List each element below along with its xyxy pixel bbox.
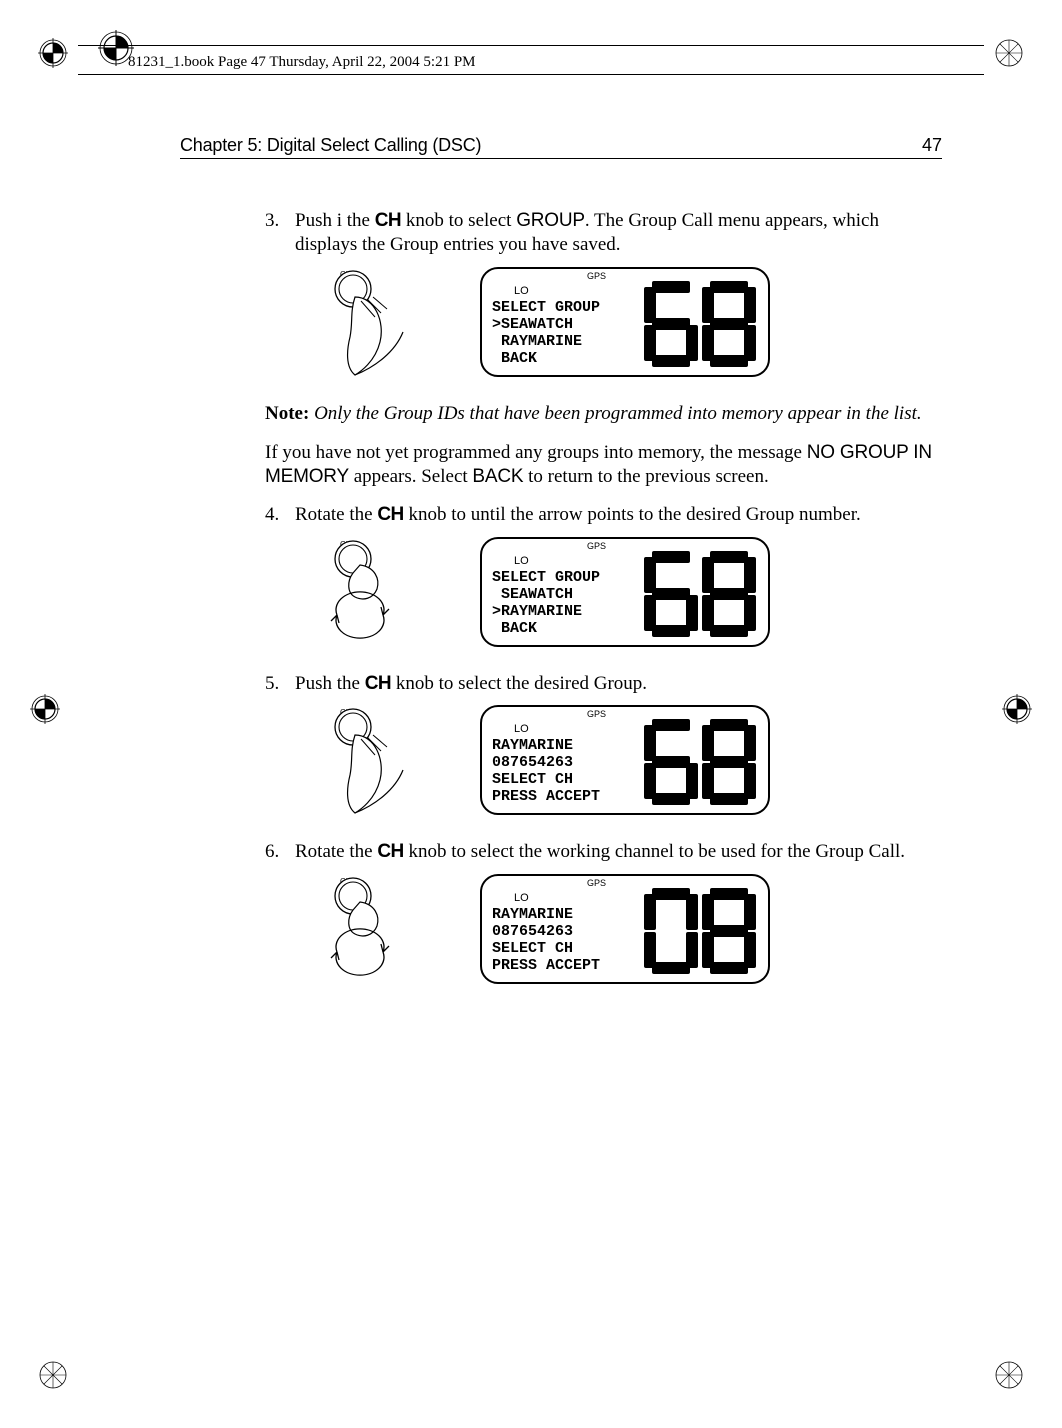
knob-label: CH [377,841,403,862]
note-label: Note: [265,403,309,424]
crop-mark-icon [38,1360,68,1390]
lcd-lines: SELECT GROUP >SEAWATCH RAYMARINE BACK [492,299,600,367]
knob-rotate-icon: CH [325,537,435,652]
digit-8-icon [702,281,756,367]
channel-display [640,888,760,974]
knob-push-icon: CH [325,267,435,382]
step-3: 3. Push i the CH knob to select GROUP. T… [265,209,942,382]
lcd-screen-2: GPS LO SELECT GROUP SEAWATCH >RAYMARINE … [480,537,770,647]
crop-mark-icon [1002,694,1032,724]
step-4: 4. Rotate the CH knob to until the arrow… [265,503,942,652]
step-6: 6. Rotate the CH knob to select the work… [265,840,942,989]
knob-push-icon: CH [325,705,435,820]
crop-mark-icon [994,38,1024,68]
digit-8-icon [702,888,756,974]
lcd-screen-3: GPS LO RAYMARINE 087654263 SELECT CH PRE… [480,705,770,815]
gps-indicator: GPS [587,709,606,720]
header-rule [78,74,984,75]
step-number: 6. [265,840,279,864]
header-rule [78,45,984,46]
print-header-note: 81231_1.book Page 47 Thursday, April 22,… [128,54,476,71]
crop-mark-icon [994,1360,1024,1390]
step-number: 4. [265,503,279,527]
lcd-screen-4: GPS LO RAYMARINE 087654263 SELECT CH PRE… [480,874,770,984]
step-number: 3. [265,209,279,233]
gps-indicator: GPS [587,878,606,889]
knob-label: CH [375,210,401,231]
lcd-lines: SELECT GROUP SEAWATCH >RAYMARINE BACK [492,569,600,637]
digit-6-icon [644,719,698,805]
digit-0-icon [644,888,698,974]
channel-display [640,719,760,805]
knob-label: CH [377,504,403,525]
lo-indicator: LO [514,892,529,906]
page-number: 47 [922,135,942,156]
step-text: Push the CH knob to select the desired G… [295,673,647,694]
lo-indicator: LO [514,723,529,737]
lo-indicator: LO [514,285,529,299]
knob-rotate-icon: CH [325,874,435,989]
lo-indicator: LO [514,555,529,569]
gps-indicator: GPS [587,271,606,282]
channel-display [640,281,760,367]
lcd-lines: RAYMARINE 087654263 SELECT CH PRESS ACCE… [492,906,600,974]
step-text: Push i the CH knob to select GROUP. The … [295,210,879,255]
running-head: Chapter 5: Digital Select Calling (DSC) … [180,135,942,159]
lcd-screen-1: GPS LO SELECT GROUP >SEAWATCH RAYMARINE … [480,267,770,377]
note-block: Note: Only the Group IDs that have been … [265,402,942,426]
step-5: 5. Push the CH knob to select the desire… [265,672,942,821]
step-text: Rotate the CH knob to select the working… [295,841,905,862]
menu-label: GROUP [516,210,585,231]
back-label: BACK [472,466,523,487]
crop-mark-icon [38,38,68,68]
note-text: Only the Group IDs that have been progra… [314,403,922,424]
channel-display [640,551,760,637]
lcd-lines: RAYMARINE 087654263 SELECT CH PRESS ACCE… [492,737,600,805]
crop-mark-icon [30,694,60,724]
chapter-label: Chapter 5: Digital Select Calling (DSC) [180,135,481,156]
knob-label: CH [365,673,391,694]
digit-8-icon [702,719,756,805]
digit-6-icon [644,281,698,367]
digit-6-icon [644,551,698,637]
gps-indicator: GPS [587,541,606,552]
paragraph-no-group: If you have not yet programmed any group… [265,441,942,489]
step-text: Rotate the CH knob to until the arrow po… [295,504,861,525]
digit-8-icon [702,551,756,637]
step-number: 5. [265,672,279,696]
